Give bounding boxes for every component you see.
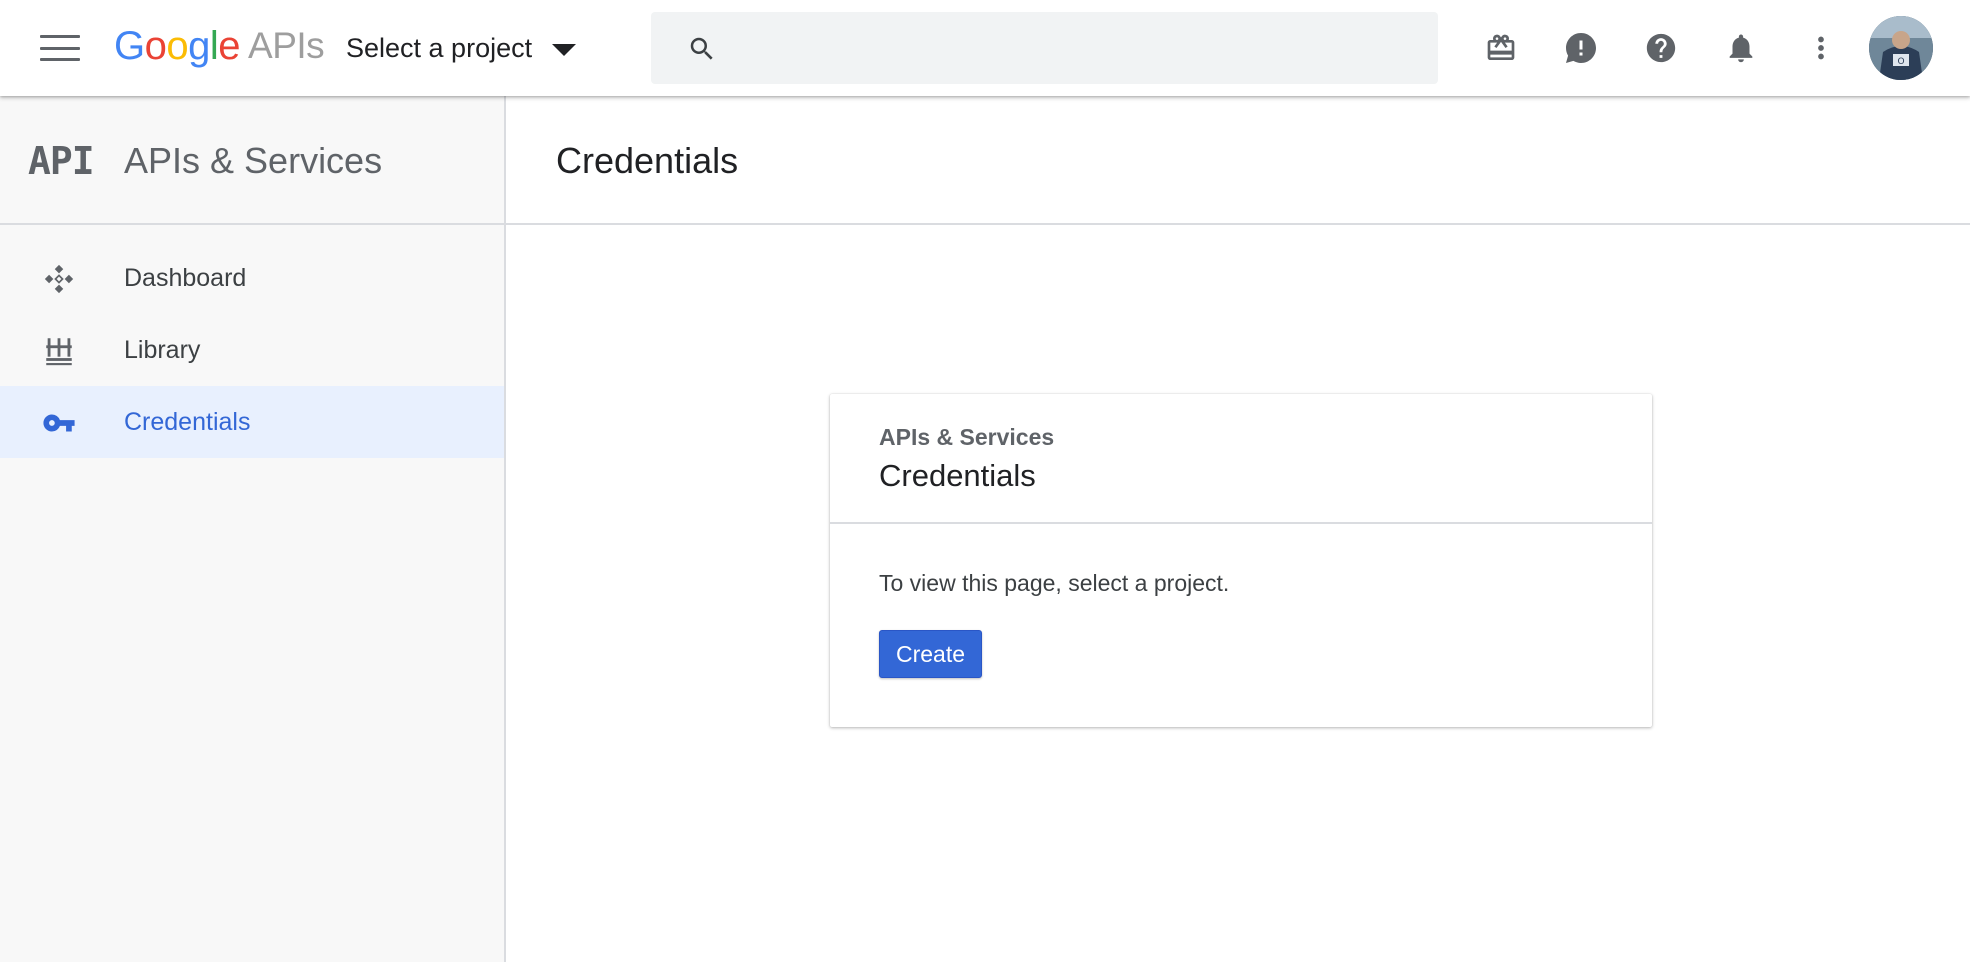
sidebar-item-library[interactable]: Library bbox=[0, 314, 504, 386]
card-header: APIs & Services Credentials bbox=[830, 394, 1652, 524]
gift-icon[interactable] bbox=[1481, 28, 1521, 68]
top-app-bar: Go o g l e APIs Select a project O bbox=[0, 0, 1970, 96]
brand-letter: o bbox=[166, 23, 189, 68]
sidebar-item-label: Dashboard bbox=[124, 263, 247, 292]
project-selector-label: Select a project bbox=[346, 32, 533, 63]
api-logo-icon: API bbox=[28, 139, 95, 183]
page-header: Credentials bbox=[506, 96, 1970, 225]
dashboard-icon bbox=[42, 262, 76, 296]
sidebar-item-credentials[interactable]: Credentials bbox=[0, 386, 504, 458]
page-title: Credentials bbox=[556, 140, 739, 181]
menu-icon[interactable] bbox=[36, 30, 84, 66]
chevron-down-icon bbox=[552, 44, 577, 56]
sidebar-header: API APIs & Services bbox=[0, 96, 504, 225]
search-input[interactable] bbox=[731, 12, 1421, 84]
card-title: Credentials bbox=[879, 458, 1036, 493]
sidebar-title: APIs & Services bbox=[124, 140, 383, 181]
sidebar-item-dashboard[interactable]: Dashboard bbox=[0, 242, 504, 314]
brand-suffix: APIs bbox=[248, 25, 325, 66]
sidebar: API APIs & Services Dashboard Library Cr… bbox=[0, 96, 506, 962]
card-message: To view this page, select a project. bbox=[879, 570, 1230, 596]
brand-letter: e bbox=[218, 23, 241, 68]
select-project-card: APIs & Services Credentials To view this… bbox=[830, 394, 1652, 727]
card-subtitle: APIs & Services bbox=[879, 424, 1055, 450]
notifications-icon[interactable] bbox=[1721, 28, 1761, 68]
svg-text:O: O bbox=[1897, 57, 1904, 67]
create-button[interactable]: Create bbox=[879, 630, 982, 678]
google-apis-logo[interactable]: Go o g l e APIs bbox=[114, 18, 325, 74]
project-selector[interactable]: Select a project bbox=[346, 26, 577, 70]
feedback-icon[interactable] bbox=[1561, 28, 1601, 68]
sidebar-item-label: Library bbox=[124, 335, 201, 364]
brand-letter: o bbox=[144, 23, 167, 68]
sidebar-item-label: Credentials bbox=[124, 407, 251, 436]
search-icon bbox=[690, 37, 713, 60]
more-vert-icon[interactable] bbox=[1801, 28, 1841, 68]
avatar[interactable]: O bbox=[1869, 16, 1933, 80]
search-bar[interactable] bbox=[651, 12, 1438, 84]
brand-letter: G bbox=[114, 23, 145, 68]
key-icon bbox=[42, 406, 76, 440]
library-icon bbox=[42, 334, 76, 368]
brand-letter: l bbox=[209, 23, 219, 68]
help-icon[interactable] bbox=[1641, 28, 1681, 68]
brand-letter: g bbox=[188, 23, 210, 68]
